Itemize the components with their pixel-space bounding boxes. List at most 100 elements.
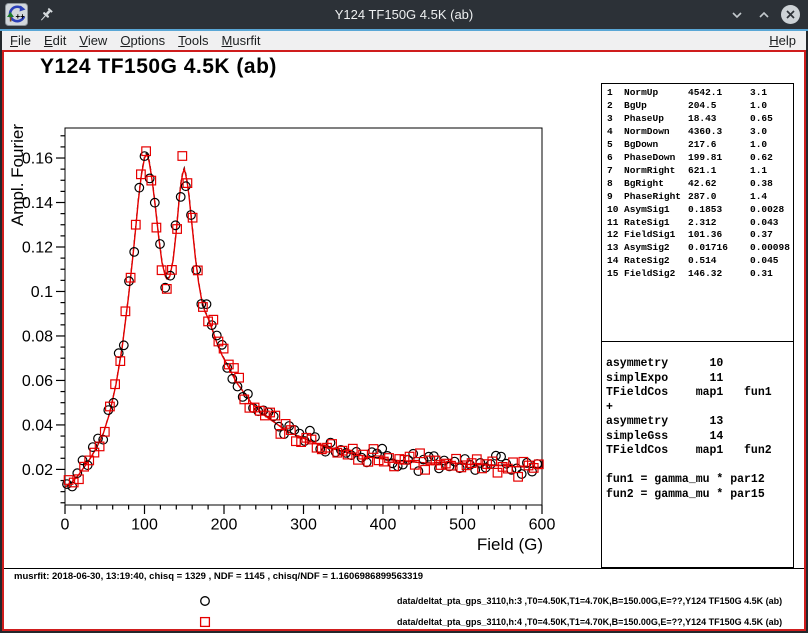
param-index: 13 — [607, 242, 624, 255]
param-error: 3.1 — [750, 87, 793, 100]
y-axis-title: Ampl. Fourier — [8, 124, 27, 226]
param-error: 0.045 — [750, 255, 793, 268]
x-tick-label: 400 — [370, 516, 397, 533]
titlebar[interactable]: ++ Y124 TF150G 4.5K (ab) — [0, 0, 808, 29]
y-tick-label: 0.04 — [22, 417, 53, 434]
menu-item-view[interactable]: View — [79, 33, 107, 48]
param-index: 2 — [607, 100, 624, 113]
param-value: 217.6 — [688, 139, 750, 152]
menu-item-file[interactable]: File — [10, 33, 31, 48]
param-name: AsymSig1 — [624, 204, 688, 217]
parameter-panel: 1NormUp4542.13.12BgUp204.51.03PhaseUp18.… — [601, 83, 794, 342]
param-index: 14 — [607, 255, 624, 268]
param-error: 1.1 — [750, 165, 793, 178]
param-value: 42.62 — [688, 178, 750, 191]
param-value: 621.1 — [688, 165, 750, 178]
param-value: 4542.1 — [688, 87, 750, 100]
close-icon — [780, 4, 801, 25]
param-value: 199.81 — [688, 152, 750, 165]
param-name: PhaseDown — [624, 152, 688, 165]
theory-line: asymmetry 13 — [606, 415, 793, 430]
legend-label: data/deltat_pta_gps_3110,h:4 ,T0=4.50K,T… — [397, 617, 782, 627]
param-error: 3.0 — [750, 126, 793, 139]
param-name: PhaseRight — [624, 191, 688, 204]
menu-item-tools[interactable]: Tools — [178, 33, 208, 48]
menu-item-edit[interactable]: Edit — [44, 33, 66, 48]
param-error: 0.62 — [750, 152, 793, 165]
param-value: 0.1853 — [688, 204, 750, 217]
param-error: 1.4 — [750, 191, 793, 204]
maximize-button[interactable] — [752, 3, 775, 26]
param-index: 9 — [607, 191, 624, 204]
circle-marker-icon — [197, 593, 213, 609]
data-point-square — [121, 307, 130, 316]
param-value: 204.5 — [688, 100, 750, 113]
menu-bar: File Edit View Options Tools Musrfit Help — [2, 31, 806, 50]
theory-line: TFieldCos map1 fun1 — [606, 386, 793, 401]
menu-item-help[interactable]: Help — [769, 33, 796, 48]
param-index: 3 — [607, 113, 624, 126]
x-axis-title: Field (G) — [477, 535, 543, 554]
param-name: BgRight — [624, 178, 688, 191]
y-tick-label: 0.12 — [22, 239, 53, 256]
x-tick-label: 500 — [449, 516, 476, 533]
param-name: BgDown — [624, 139, 688, 152]
legend-row: data/deltat_pta_gps_3110,h:3 ,T0=4.50K,T… — [4, 593, 804, 609]
param-row: 10AsymSig10.18530.0028 — [607, 204, 793, 217]
param-error: 0.38 — [750, 178, 793, 191]
theory-line: TFieldCos map1 fun2 — [606, 444, 793, 459]
x-tick-label: 600 — [529, 516, 556, 533]
param-value: 146.32 — [688, 268, 750, 281]
param-row: 15FieldSig2146.320.31 — [607, 268, 793, 281]
theory-line: simplExpo 11 — [606, 372, 793, 387]
y-tick-label: 0.1 — [31, 284, 53, 301]
param-row: 8BgRight42.620.38 — [607, 178, 793, 191]
param-row: 4NormDown4360.33.0 — [607, 126, 793, 139]
param-value: 101.36 — [688, 229, 750, 242]
x-tick-label: 100 — [131, 516, 158, 533]
param-index: 7 — [607, 165, 624, 178]
theory-line: + — [606, 401, 793, 416]
param-index: 8 — [607, 178, 624, 191]
param-error: 1.0 — [750, 100, 793, 113]
data-point-square — [152, 223, 161, 232]
y-tick-label: 0.02 — [22, 462, 53, 479]
menu-item-musrfit[interactable]: Musrfit — [222, 33, 261, 48]
data-point-circle — [512, 464, 521, 473]
root-canvas[interactable]: Y124 TF150G 4.5K (ab) 010020030040050060… — [2, 50, 806, 631]
param-index: 4 — [607, 126, 624, 139]
param-row: 3PhaseUp18.430.65 — [607, 113, 793, 126]
theory-line: fun2 = gamma_mu * par15 — [606, 488, 793, 503]
param-value: 4360.3 — [688, 126, 750, 139]
close-button[interactable] — [779, 3, 802, 26]
theory-panel: asymmetry 10simplExpo 11TFieldCos map1 f… — [601, 342, 794, 568]
data-point-circle — [311, 433, 320, 442]
theory-line: simpleGss 14 — [606, 430, 793, 445]
param-error: 1.0 — [750, 139, 793, 152]
param-name: AsymSig2 — [624, 242, 688, 255]
param-value: 287.0 — [688, 191, 750, 204]
plot-area[interactable]: 01002003004005006000.020.040.060.080.10.… — [4, 52, 600, 568]
square-marker-icon — [197, 614, 213, 630]
param-index: 6 — [607, 152, 624, 165]
data-point-square — [178, 152, 187, 161]
y-tick-label: 0.06 — [22, 373, 53, 390]
param-name: RateSig2 — [624, 255, 688, 268]
menu-item-options[interactable]: Options — [120, 33, 165, 48]
param-name: FieldSig2 — [624, 268, 688, 281]
chevron-up-icon — [757, 8, 771, 22]
param-row: 2BgUp204.51.0 — [607, 100, 793, 113]
theory-line: fun1 = gamma_mu * par12 — [606, 473, 793, 488]
minimize-button[interactable] — [725, 3, 748, 26]
param-name: FieldSig1 — [624, 229, 688, 242]
param-name: NormUp — [624, 87, 688, 100]
param-index: 15 — [607, 268, 624, 281]
param-row: 13AsymSig20.017160.00098 — [607, 242, 793, 255]
x-tick-label: 0 — [61, 516, 70, 533]
param-error: 0.31 — [750, 268, 793, 281]
param-error: 0.0028 — [750, 204, 793, 217]
y-tick-label: 0.08 — [22, 328, 53, 345]
param-row: 11RateSig12.3120.043 — [607, 217, 793, 230]
param-name: NormRight — [624, 165, 688, 178]
data-point-circle — [517, 470, 526, 479]
